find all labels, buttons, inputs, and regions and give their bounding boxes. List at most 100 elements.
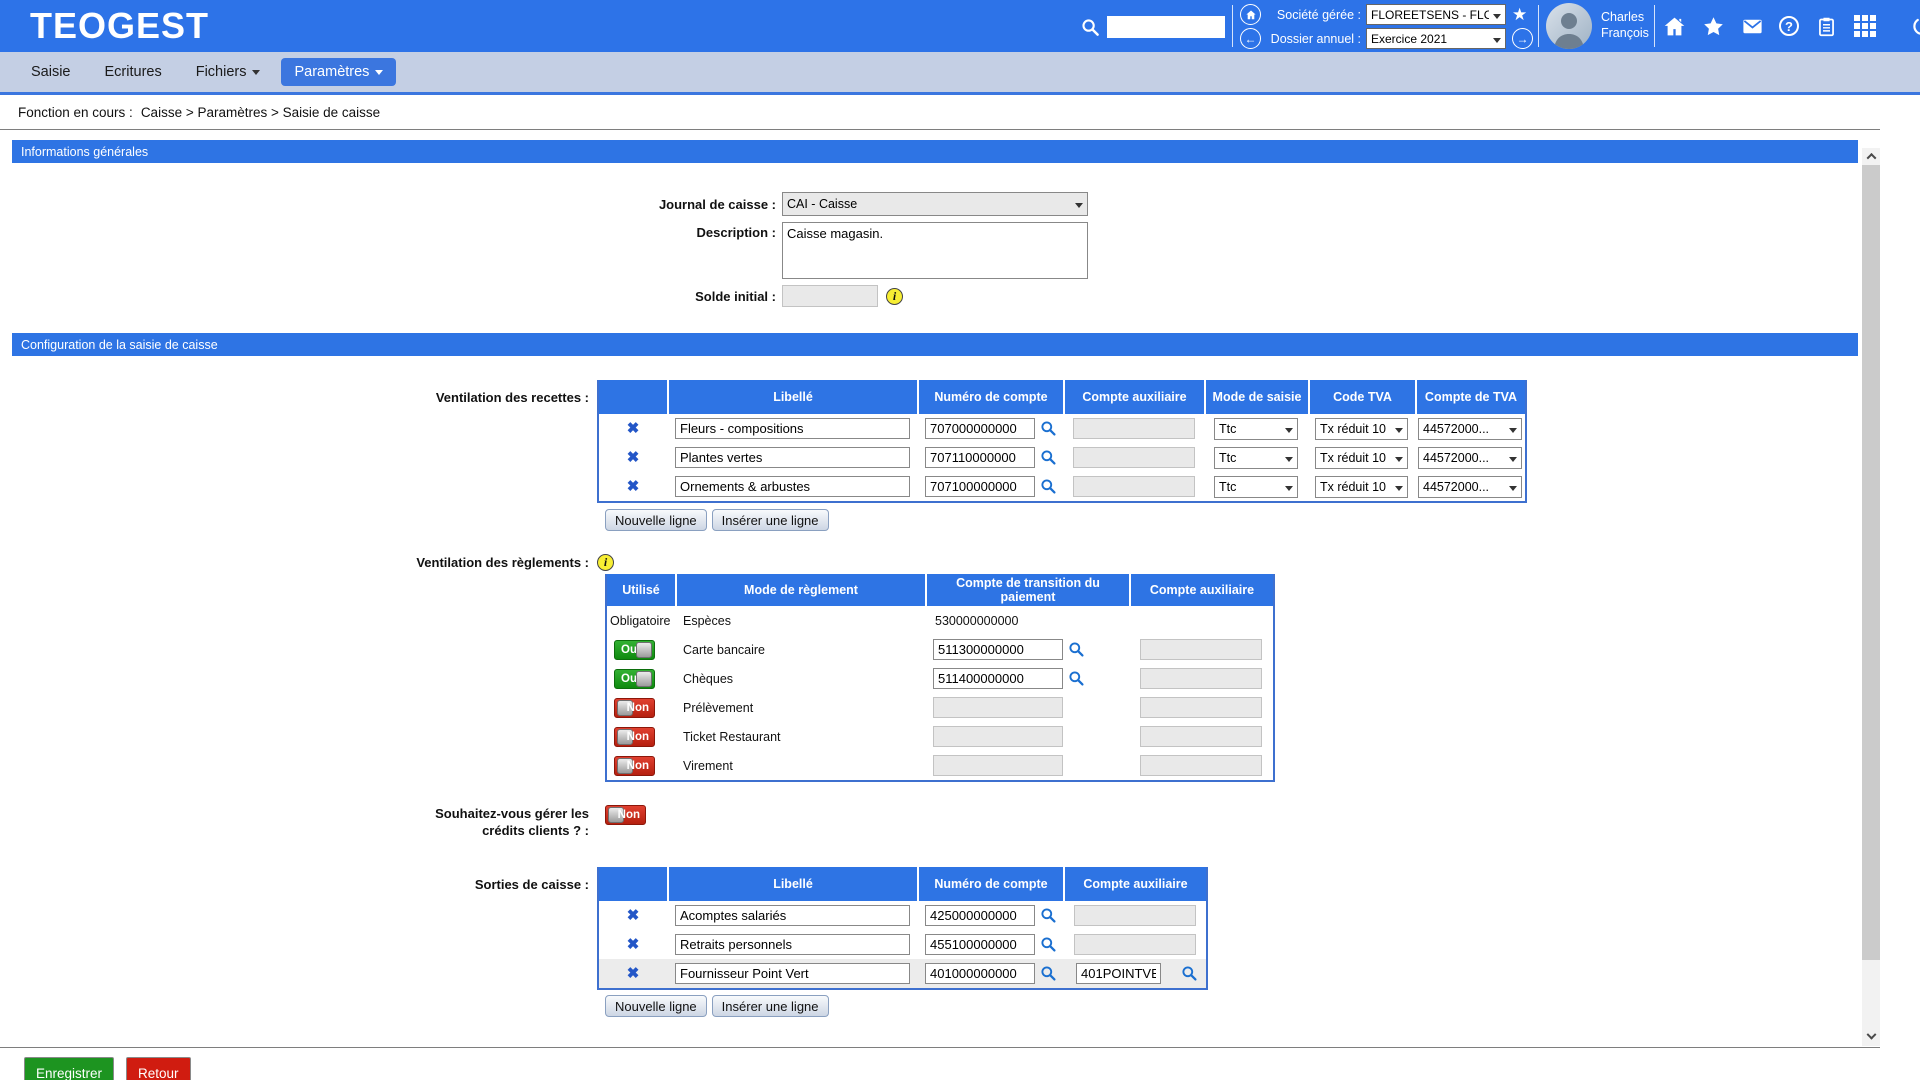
search-icon[interactable] bbox=[1040, 478, 1057, 495]
toggle-non[interactable]: Non bbox=[614, 756, 655, 776]
numero-compte-input[interactable] bbox=[925, 905, 1035, 926]
menu-fichiers[interactable]: Fichiers bbox=[183, 58, 274, 86]
credits-row: Souhaitez-vous gérer les crédits clients… bbox=[0, 805, 1920, 839]
table-row: Non Virement bbox=[607, 751, 1273, 780]
search-icon[interactable] bbox=[1181, 965, 1198, 982]
mode-reglement: Carte bancaire bbox=[675, 635, 925, 664]
favorites-icon[interactable] bbox=[1701, 14, 1725, 38]
table-row-highlighted: ✖ bbox=[599, 959, 1206, 988]
delete-row-icon[interactable]: ✖ bbox=[627, 479, 640, 494]
previous-folder-icon[interactable]: ← bbox=[1240, 28, 1261, 49]
new-line-button[interactable]: Nouvelle ligne bbox=[605, 509, 707, 531]
compte-transition: 530000000000 bbox=[925, 606, 1129, 635]
journal-select[interactable]: CAI - Caisse bbox=[782, 192, 1088, 216]
used-status: Obligatoire bbox=[607, 606, 675, 635]
compte-transition-input[interactable] bbox=[933, 639, 1063, 660]
back-button[interactable]: Retour bbox=[126, 1057, 191, 1080]
numero-compte-input[interactable] bbox=[925, 934, 1035, 955]
search-icon[interactable] bbox=[1040, 449, 1057, 466]
numero-compte-input[interactable] bbox=[925, 963, 1035, 984]
compte-tva-select[interactable]: 44572000... bbox=[1418, 447, 1522, 469]
compte-tva-select[interactable]: 44572000... bbox=[1418, 476, 1522, 498]
mail-icon[interactable] bbox=[1740, 14, 1764, 38]
libelle-input[interactable] bbox=[675, 418, 910, 439]
search-input[interactable] bbox=[1107, 16, 1225, 38]
toggle-non[interactable]: Non bbox=[614, 727, 655, 747]
recettes-header: Libellé Numéro de compte Compte auxiliai… bbox=[599, 380, 1525, 414]
menu-saisie[interactable]: Saisie bbox=[18, 58, 84, 86]
company-home-icon[interactable] bbox=[1240, 4, 1261, 25]
footer-actions: Enregistrer Retour bbox=[0, 1047, 1880, 1080]
power-icon[interactable] bbox=[1910, 14, 1920, 38]
libelle-input[interactable] bbox=[675, 447, 910, 468]
help-icon[interactable]: ? bbox=[1779, 16, 1799, 36]
favorite-star-icon[interactable]: ★ bbox=[1512, 5, 1527, 25]
delete-row-icon[interactable]: ✖ bbox=[627, 908, 640, 923]
search-icon[interactable] bbox=[1040, 936, 1057, 953]
mode-reglement: Virement bbox=[675, 751, 925, 780]
scroll-down-icon[interactable] bbox=[1862, 1029, 1880, 1046]
description-textarea[interactable]: Caisse magasin. bbox=[782, 222, 1088, 279]
managed-company-select[interactable]: FLOREETSENS - FLORE bbox=[1366, 4, 1506, 25]
info-icon[interactable]: i bbox=[597, 554, 614, 571]
header-icon-bar: ? bbox=[1662, 0, 1920, 52]
reglements-table: Utilisé Mode de règlement Compte de tran… bbox=[605, 574, 1275, 782]
search-icon[interactable] bbox=[1068, 670, 1085, 687]
compte-tva-select[interactable]: 44572000... bbox=[1418, 418, 1522, 440]
toggle-oui[interactable]: Oui bbox=[614, 640, 655, 660]
numero-compte-input[interactable] bbox=[925, 476, 1035, 497]
delete-row-icon[interactable]: ✖ bbox=[627, 450, 640, 465]
mode-saisie-select[interactable]: Ttc bbox=[1214, 476, 1298, 498]
libelle-input[interactable] bbox=[675, 963, 910, 984]
mode-saisie-select[interactable]: Ttc bbox=[1214, 418, 1298, 440]
libelle-input[interactable] bbox=[675, 934, 910, 955]
delete-row-icon[interactable]: ✖ bbox=[627, 421, 640, 436]
mode-saisie-select[interactable]: Ttc bbox=[1214, 447, 1298, 469]
insert-line-button[interactable]: Insérer une ligne bbox=[712, 509, 829, 531]
compte-transition-input[interactable] bbox=[933, 668, 1063, 689]
compte-auxiliaire-input bbox=[1074, 934, 1196, 955]
code-tva-select[interactable]: Tx réduit 10 bbox=[1315, 476, 1408, 498]
numero-compte-input[interactable] bbox=[925, 447, 1035, 468]
scrollbar-thumb[interactable] bbox=[1862, 165, 1880, 960]
numero-compte-input[interactable] bbox=[925, 418, 1035, 439]
libelle-input[interactable] bbox=[675, 476, 910, 497]
delete-row-icon[interactable]: ✖ bbox=[627, 966, 640, 981]
table-row: ✖ bbox=[599, 901, 1206, 930]
compte-auxiliaire-input bbox=[1140, 755, 1262, 776]
libelle-input[interactable] bbox=[675, 905, 910, 926]
clipboard-icon[interactable] bbox=[1814, 14, 1838, 38]
search-icon[interactable] bbox=[1040, 420, 1057, 437]
sorties-block: Sorties de caisse : Libellé Numéro de co… bbox=[0, 867, 1920, 990]
annual-folder-select[interactable]: Exercice 2021 bbox=[1366, 28, 1506, 49]
mode-reglement: Chèques bbox=[675, 664, 925, 693]
search-icon[interactable] bbox=[1040, 965, 1057, 982]
code-tva-select[interactable]: Tx réduit 10 bbox=[1315, 447, 1408, 469]
toggle-non[interactable]: Non bbox=[614, 698, 655, 718]
delete-row-icon[interactable]: ✖ bbox=[627, 937, 640, 952]
menu-ecritures[interactable]: Ecritures bbox=[92, 58, 175, 86]
solde-label: Solde initial : bbox=[0, 289, 782, 304]
save-button[interactable]: Enregistrer bbox=[24, 1057, 114, 1080]
vertical-scrollbar[interactable] bbox=[1862, 148, 1880, 1046]
info-icon[interactable]: i bbox=[886, 288, 903, 305]
home-icon[interactable] bbox=[1662, 14, 1686, 38]
table-row: Obligatoire Espèces 530000000000 bbox=[607, 606, 1273, 635]
apps-grid-icon[interactable] bbox=[1853, 14, 1877, 38]
toggle-oui[interactable]: Oui bbox=[614, 669, 655, 689]
scroll-up-icon[interactable] bbox=[1862, 148, 1880, 165]
search-icon[interactable] bbox=[1040, 907, 1057, 924]
sorties-header: Libellé Numéro de compte Compte auxiliai… bbox=[599, 867, 1206, 901]
code-tva-select[interactable]: Tx réduit 10 bbox=[1315, 418, 1408, 440]
toggle-credits-non[interactable]: Non bbox=[605, 805, 646, 825]
breadcrumb-label: Fonction en cours : bbox=[18, 105, 133, 120]
menu-parametres[interactable]: Paramètres bbox=[281, 58, 396, 86]
compte-auxiliaire-input[interactable] bbox=[1076, 963, 1161, 984]
search-icon[interactable] bbox=[1068, 641, 1085, 658]
app-header: TEOGEST Société gérée : FLOREETSENS - FL… bbox=[0, 0, 1920, 52]
user-avatar[interactable] bbox=[1546, 3, 1592, 49]
section-configuration: Configuration de la saisie de caisse bbox=[12, 333, 1858, 356]
next-folder-icon[interactable]: → bbox=[1512, 28, 1533, 49]
insert-line-button[interactable]: Insérer une ligne bbox=[712, 995, 829, 1017]
new-line-button[interactable]: Nouvelle ligne bbox=[605, 995, 707, 1017]
